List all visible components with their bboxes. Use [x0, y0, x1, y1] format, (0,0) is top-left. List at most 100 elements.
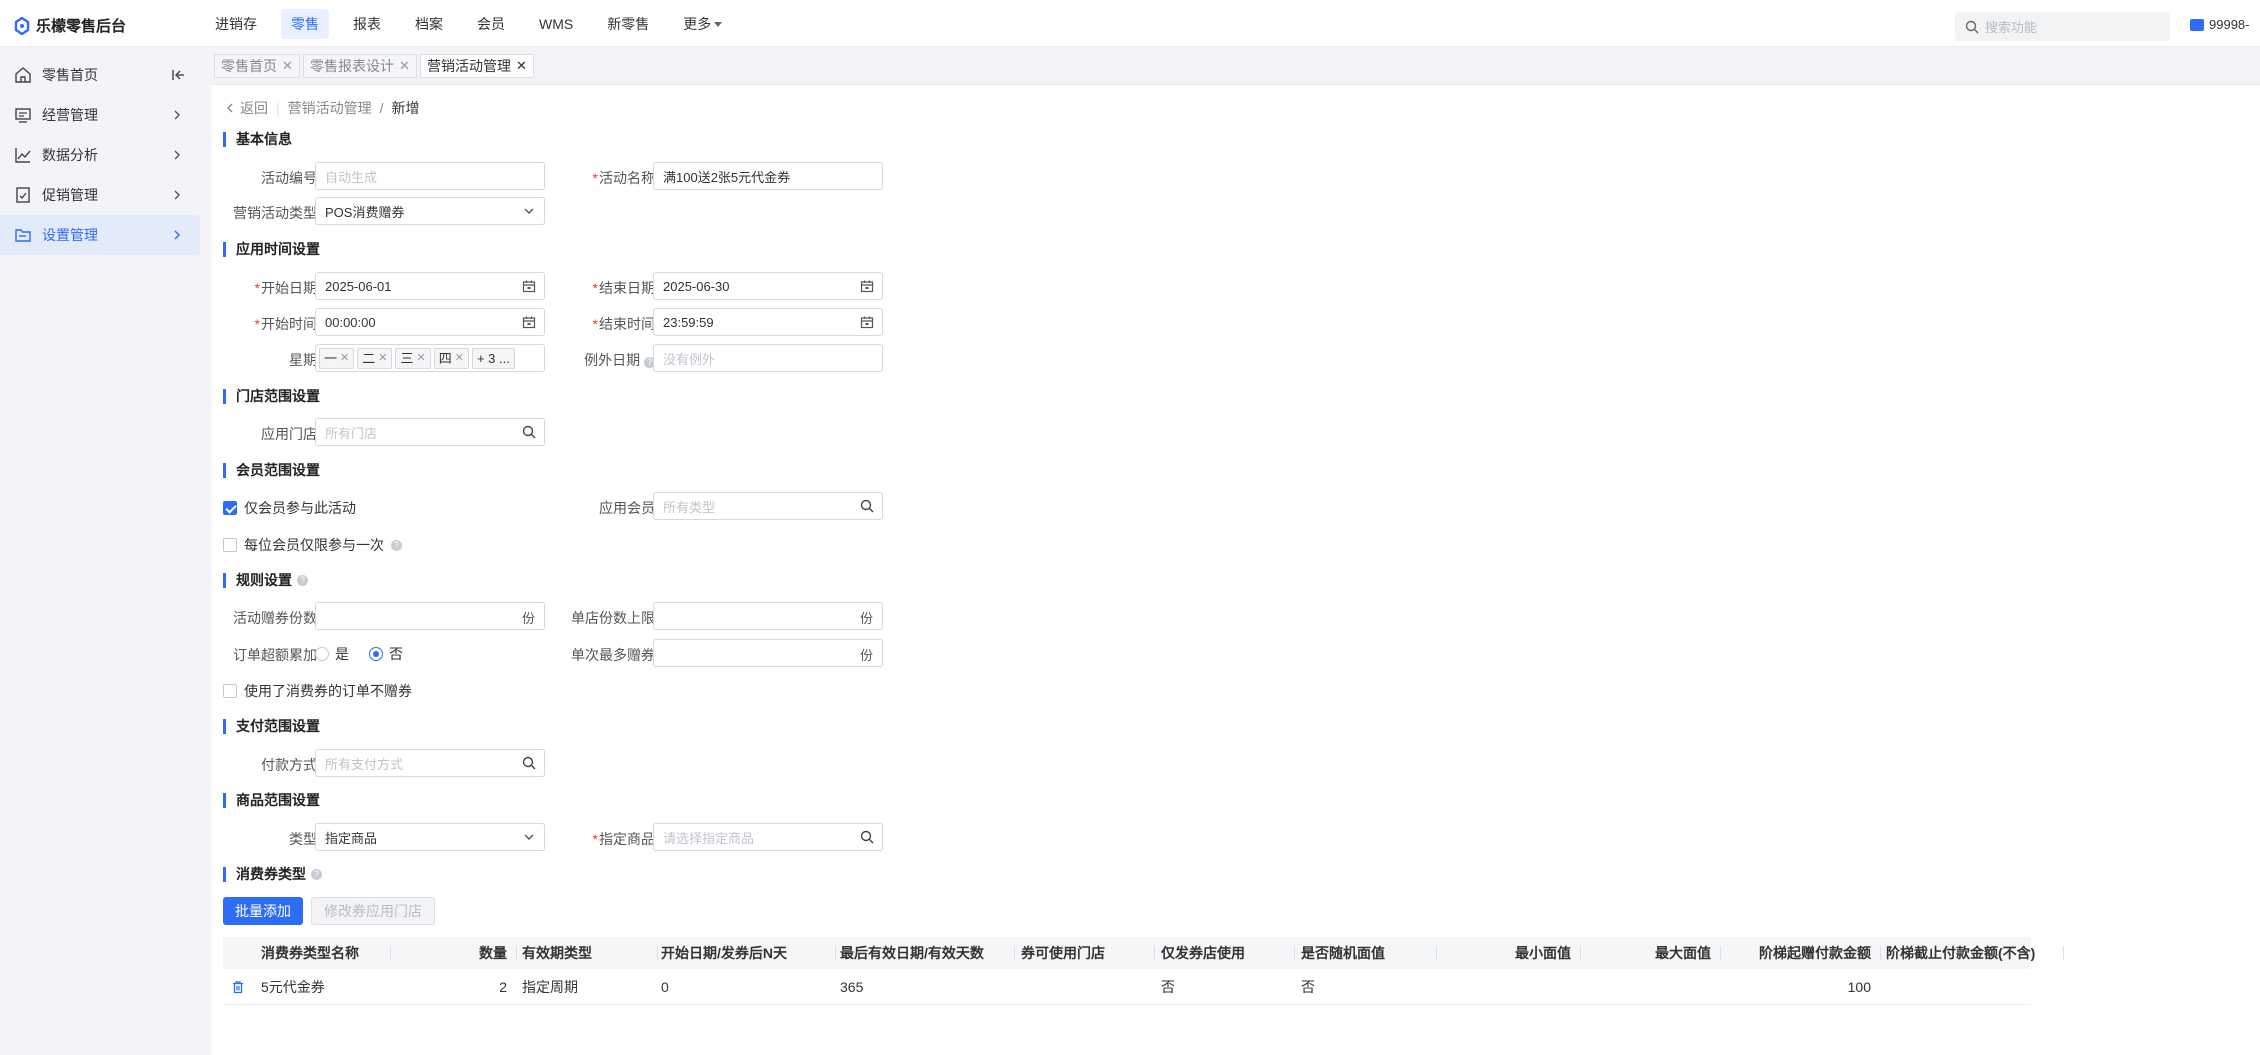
checkbox-box[interactable]	[223, 501, 237, 515]
chevron-right-icon	[174, 230, 180, 240]
coupon-count-input[interactable]: 份	[315, 602, 545, 630]
member-only-checkbox[interactable]: 仅会员参与此活动	[223, 498, 356, 518]
close-icon[interactable]: ✕	[282, 55, 293, 77]
close-icon[interactable]: ✕	[516, 55, 527, 77]
activity-name-input[interactable]: 满100送2张5元代金券	[653, 162, 883, 190]
weekday-tag[interactable]: 三 ✕	[395, 347, 431, 369]
sidebar-item-promotions[interactable]: 促销管理	[0, 175, 200, 215]
weekday-tag[interactable]: 二 ✕	[357, 347, 393, 369]
close-icon[interactable]: ✕	[378, 349, 387, 368]
close-icon[interactable]: ✕	[340, 349, 349, 368]
checkbox-box[interactable]	[223, 684, 237, 698]
tab-marketing-activity[interactable]: 营销活动管理 ✕	[420, 54, 534, 78]
max-per-order-input[interactable]: 份	[653, 639, 883, 667]
member-types-label: 应用会员	[559, 498, 655, 518]
cell-random-value[interactable]: 否	[1301, 969, 1437, 1004]
weekday-tag[interactable]: 一 ✕	[319, 347, 355, 369]
batch-add-button[interactable]: 批量添加	[223, 897, 303, 925]
app-title: 乐檬零售后台	[36, 18, 127, 35]
search-icon[interactable]	[522, 425, 536, 439]
help-icon[interactable]: ?	[297, 575, 308, 586]
start-time-picker[interactable]: 00:00:00	[315, 308, 545, 336]
function-search-input[interactable]: 搜索功能	[1955, 12, 2170, 41]
monitor-icon	[15, 108, 31, 123]
sidebar-item-data-analysis[interactable]: 数据分析	[0, 135, 200, 175]
search-icon[interactable]	[860, 499, 874, 513]
end-date-label: *结束日期	[592, 280, 655, 296]
end-time-label: *结束时间	[592, 316, 655, 332]
activity-no-input[interactable]: 自动生成	[315, 162, 545, 190]
tab-retail-report-design[interactable]: 零售报表设计 ✕	[303, 54, 417, 78]
table-row[interactable]: 5元代金券 2 指定周期 0 365 否 否 100	[223, 969, 2031, 1005]
cell-start[interactable]: 0	[661, 969, 836, 1004]
search-icon[interactable]	[522, 756, 536, 770]
placeholder: 所有类型	[663, 499, 716, 515]
exception-date-input[interactable]: 没有例外	[653, 344, 883, 372]
tag-label: 一	[324, 350, 338, 366]
weekday-tag[interactable]: 四 ✕	[433, 347, 469, 369]
stores-picker[interactable]: 所有门店	[315, 418, 545, 446]
nav-wms[interactable]: WMS	[529, 9, 583, 39]
column-header: 最后有效日期/有效天数	[840, 937, 1015, 969]
cell-issue-store-only[interactable]: 否	[1161, 969, 1295, 1004]
user-menu[interactable]: 99998-	[2190, 17, 2249, 32]
end-time-picker[interactable]: 23:59:59	[653, 308, 883, 336]
cell-end[interactable]: 365	[840, 969, 1015, 1004]
delete-row-button[interactable]	[231, 969, 251, 1004]
nav-archives[interactable]: 档案	[405, 9, 453, 39]
cell-max-value[interactable]	[1581, 969, 1721, 1004]
goods-picker[interactable]: 请选择指定商品	[653, 823, 883, 851]
app-logo[interactable]: 乐檬零售后台	[14, 15, 126, 36]
no-coupon-if-used-checkbox[interactable]: 使用了消费券的订单不赠券	[223, 681, 412, 701]
radio-label[interactable]: 否	[389, 644, 403, 664]
close-icon[interactable]: ✕	[416, 349, 425, 368]
nav-retail[interactable]: 零售	[281, 9, 329, 39]
section-time: 应用时间设置	[223, 242, 320, 257]
cell-quantity[interactable]: 2	[391, 969, 517, 1004]
once-per-member-checkbox[interactable]: 每位会员仅限参与一次 ?	[223, 535, 402, 555]
collapse-sidebar-icon[interactable]	[170, 67, 186, 83]
weekday-more-tag[interactable]: + 3 ...	[471, 347, 515, 369]
sidebar-item-operations[interactable]: 经营管理	[0, 95, 200, 135]
weekdays-label: 星期	[221, 350, 317, 370]
input-value: 满100送2张5元代金券	[663, 169, 791, 185]
unit-label: 份	[859, 648, 873, 663]
activity-type-select[interactable]: POS消费赠券	[315, 197, 545, 225]
user-name: 99998-	[2209, 17, 2250, 32]
radio-label[interactable]: 是	[335, 644, 349, 664]
goods-type-select[interactable]: 指定商品	[315, 823, 545, 851]
help-icon[interactable]: ?	[311, 869, 322, 880]
sidebar-item-settings[interactable]: 设置管理	[0, 215, 200, 255]
cell-min-value[interactable]	[1441, 969, 1581, 1004]
weekdays-multiselect[interactable]: 一 ✕ 二 ✕ 三 ✕ 四 ✕ + 3 ...	[315, 344, 545, 372]
member-types-picker[interactable]: 所有类型	[653, 492, 883, 520]
nav-more[interactable]: 更多	[673, 9, 732, 39]
accumulate-radio-group: 是 否	[315, 644, 403, 664]
breadcrumb-parent[interactable]: 营销活动管理	[288, 98, 372, 118]
payment-methods-picker[interactable]: 所有支付方式	[315, 749, 545, 777]
back-link[interactable]: 返回	[225, 98, 268, 118]
tab-retail-home[interactable]: 零售首页 ✕	[214, 54, 300, 78]
checkbox-box[interactable]	[223, 538, 237, 552]
radio-no[interactable]	[369, 647, 383, 661]
cell-validity-type[interactable]: 指定周期	[522, 969, 658, 1004]
nav-members[interactable]: 会员	[467, 9, 515, 39]
cell-tier-end[interactable]	[1886, 969, 2031, 1004]
close-icon[interactable]: ✕	[399, 55, 410, 77]
end-date-picker[interactable]: 2025-06-30	[653, 272, 883, 300]
cell-stores[interactable]	[1021, 969, 1155, 1004]
sidebar-item-retail-home[interactable]: 零售首页	[0, 55, 200, 95]
close-icon[interactable]: ✕	[455, 349, 464, 368]
nav-new-retail[interactable]: 新零售	[597, 9, 659, 39]
store-limit-input[interactable]: 份	[653, 602, 883, 630]
select-value: POS消费赠券	[325, 204, 405, 220]
nav-jinxiaocun[interactable]: 进销存	[205, 9, 267, 39]
placeholder: 请选择指定商品	[663, 830, 755, 846]
cell-tier-start[interactable]: 100	[1721, 969, 1881, 1004]
help-icon[interactable]: ?	[391, 539, 402, 551]
start-date-picker[interactable]: 2025-06-01	[315, 272, 545, 300]
placeholder: 所有支付方式	[325, 756, 404, 772]
radio-yes[interactable]	[315, 647, 329, 661]
nav-reports[interactable]: 报表	[343, 9, 391, 39]
search-icon[interactable]	[860, 830, 874, 844]
